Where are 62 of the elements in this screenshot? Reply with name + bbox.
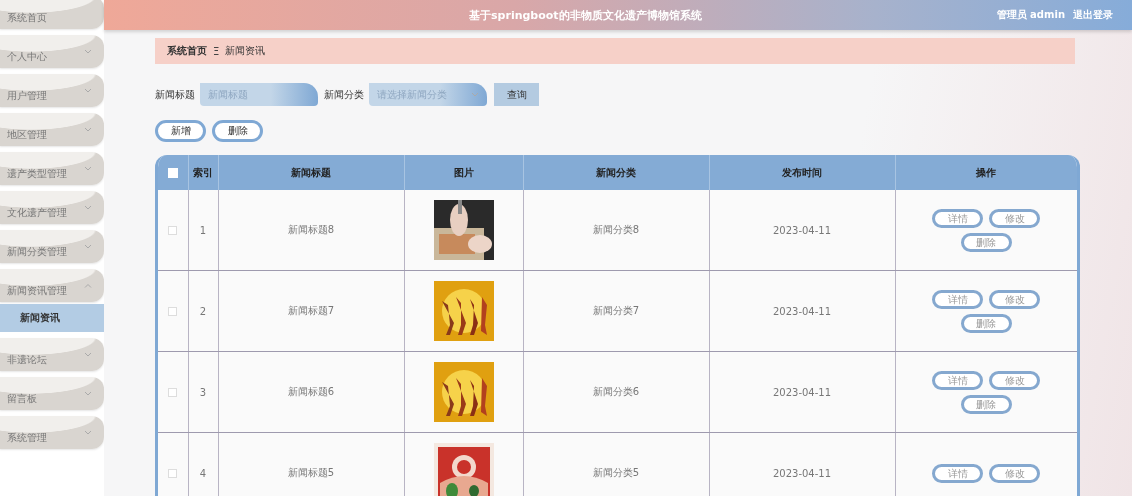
user-label: 管理员 admin bbox=[996, 8, 1065, 22]
sidebar-item[interactable]: 文化遗产管理 bbox=[0, 191, 104, 224]
sidebar-item[interactable]: 遗产类型管理 bbox=[0, 152, 104, 185]
sidebar-item[interactable]: 系统首页 bbox=[0, 0, 104, 29]
action-button[interactable]: 删除 bbox=[212, 120, 263, 142]
sidebar-item[interactable]: 新闻资讯管理 bbox=[0, 269, 104, 302]
table-cell: 新闻分类6 bbox=[592, 386, 640, 397]
field-label: 新闻标题 bbox=[155, 87, 195, 102]
table-cell: 新闻分类7 bbox=[592, 305, 640, 316]
row-action-button[interactable]: 修改 bbox=[989, 208, 1041, 228]
chevron-icon bbox=[471, 92, 479, 97]
breadcrumb-link[interactable]: 新闻资讯 bbox=[225, 44, 266, 58]
sidebar-item[interactable]: 新闻分类管理 bbox=[0, 230, 104, 263]
row-action-button[interactable]: 删除 bbox=[960, 394, 1012, 414]
sidebar-item[interactable]: 用户管理 bbox=[0, 74, 104, 107]
sidebar-item[interactable]: 个人中心 bbox=[0, 35, 104, 68]
row-action-button[interactable]: 删除 bbox=[960, 313, 1012, 333]
row-action-button[interactable]: 详情 bbox=[932, 208, 984, 228]
checkbox[interactable] bbox=[168, 469, 178, 478]
table-cell: 2 bbox=[199, 305, 207, 317]
checkbox[interactable] bbox=[168, 307, 178, 316]
row-action-button[interactable]: 详情 bbox=[932, 289, 984, 309]
table-cell: 3 bbox=[199, 386, 207, 398]
table-cell: 新闻标题8 bbox=[287, 224, 335, 235]
table-cell: 新闻分类5 bbox=[592, 467, 640, 478]
table-cell: 2023-04-11 bbox=[772, 467, 832, 479]
table-cell: 新闻标题5 bbox=[287, 467, 335, 478]
column-header: 发布时间 bbox=[782, 166, 822, 178]
row-action-button[interactable]: 删除 bbox=[960, 232, 1012, 252]
row-action-button[interactable]: 修改 bbox=[989, 370, 1041, 390]
sidebar-item[interactable]: 地区管理 bbox=[0, 113, 104, 146]
row-action-button[interactable]: 详情 bbox=[932, 370, 984, 390]
sidebar-subitem[interactable]: 新闻资讯 bbox=[0, 304, 104, 332]
field-label: 新闻分类 bbox=[324, 87, 364, 102]
checkbox[interactable] bbox=[167, 168, 178, 178]
column-header: 新闻分类 bbox=[596, 166, 636, 178]
breadcrumb-link[interactable]: 系统首页 bbox=[167, 44, 207, 58]
row-action-button[interactable]: 修改 bbox=[989, 463, 1041, 483]
table-cell: 新闻分类8 bbox=[592, 224, 640, 235]
column-header: 图片 bbox=[453, 166, 474, 178]
checkbox[interactable] bbox=[168, 226, 178, 235]
separator-icon: Ξ bbox=[213, 45, 220, 57]
action-button[interactable]: 新增 bbox=[155, 120, 206, 142]
table-cell: 2023-04-11 bbox=[772, 224, 832, 236]
table-cell: 2023-04-11 bbox=[772, 305, 832, 317]
checkbox[interactable] bbox=[168, 388, 178, 397]
column-header: 新闻标题 bbox=[291, 166, 331, 178]
sidebar-item[interactable]: 非遗论坛 bbox=[0, 338, 104, 371]
column-header: 索引 bbox=[193, 166, 213, 178]
row-action-button[interactable]: 修改 bbox=[989, 289, 1041, 309]
table-cell: 1 bbox=[199, 224, 207, 236]
table-cell: 2023-04-11 bbox=[772, 386, 832, 398]
column-header: 操作 bbox=[976, 166, 997, 178]
app-title: 基于springboot的非物质文化遗产博物馆系统 bbox=[468, 7, 703, 23]
row-action-button[interactable]: 详情 bbox=[932, 463, 984, 483]
table-cell: 4 bbox=[199, 467, 207, 479]
sidebar-item[interactable]: 留言板 bbox=[0, 377, 104, 410]
table-cell: 新闻标题7 bbox=[287, 305, 335, 316]
table-cell: 新闻标题6 bbox=[287, 386, 335, 397]
logout-link[interactable]: 退出登录 bbox=[1073, 8, 1113, 22]
search-button[interactable]: 查询 bbox=[494, 83, 539, 106]
sidebar-item[interactable]: 系统管理 bbox=[0, 416, 104, 449]
